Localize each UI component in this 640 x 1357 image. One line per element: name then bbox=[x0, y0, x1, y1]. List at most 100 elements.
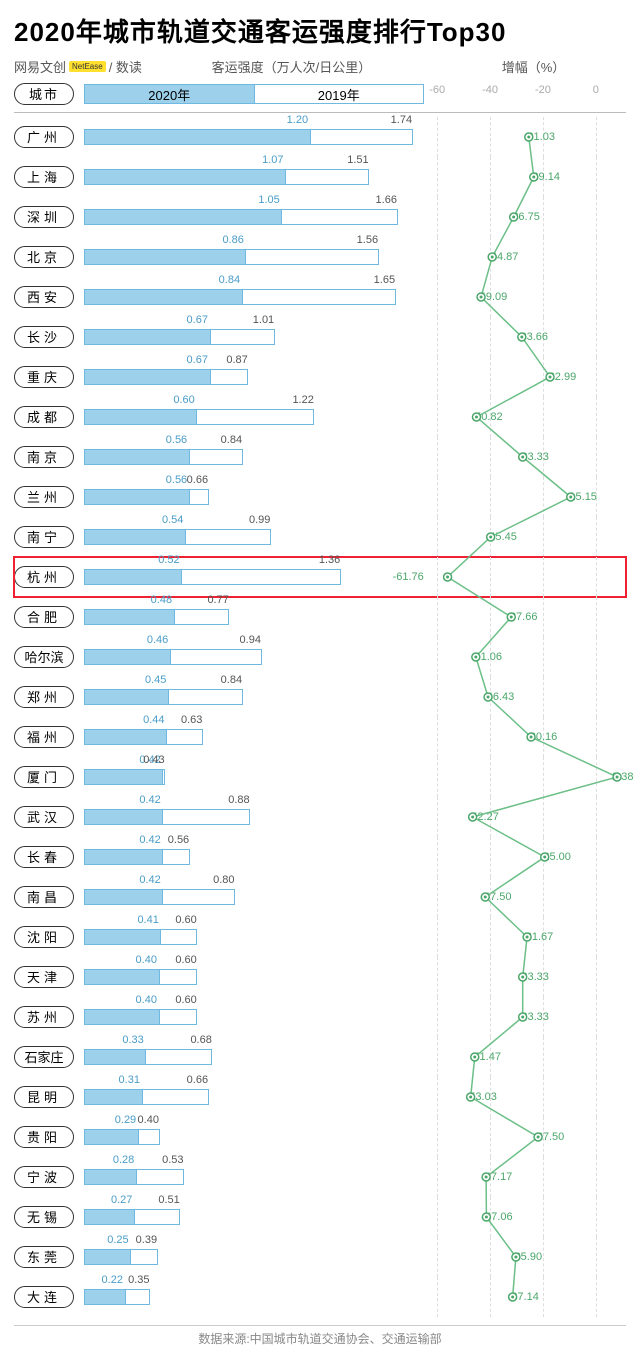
value-2020: 0.42 bbox=[139, 834, 160, 846]
value-2020: 0.54 bbox=[162, 514, 183, 526]
table-row: 东莞0.250.39-35.90 bbox=[14, 1237, 626, 1277]
city-name: 郑州 bbox=[14, 686, 74, 708]
city-name: 沈阳 bbox=[14, 926, 74, 948]
city-name: 大连 bbox=[14, 1286, 74, 1308]
value-2020: 1.05 bbox=[258, 194, 279, 206]
brand-post: / 数读 bbox=[109, 57, 142, 76]
growth-value: -27.50 bbox=[533, 1131, 564, 1143]
value-2020: 0.42 bbox=[139, 874, 160, 886]
growth-value: -61.76 bbox=[393, 571, 424, 583]
city-name: 合肥 bbox=[14, 606, 74, 628]
table-row: 天津0.400.60-33.33 bbox=[14, 957, 626, 997]
table-row: 郑州0.450.84-46.43 bbox=[14, 677, 626, 717]
bar-2020 bbox=[84, 969, 160, 985]
header-row: 城市 2020年 2019年 -60-40-200 bbox=[14, 82, 626, 106]
table-row: 重庆0.670.87-22.99 bbox=[14, 357, 626, 397]
growth-value: -53.03 bbox=[466, 1091, 497, 1103]
growth-value: -49.09 bbox=[476, 291, 507, 303]
bar-2020 bbox=[84, 1209, 135, 1225]
value-2020: 0.29 bbox=[115, 1114, 136, 1126]
bar-2020 bbox=[84, 1049, 146, 1065]
bar-2020 bbox=[84, 409, 197, 425]
bar-2020 bbox=[84, 209, 282, 225]
bar-2020 bbox=[84, 769, 163, 785]
value-2019: 0.60 bbox=[175, 914, 196, 926]
growth-value: 2.38 bbox=[612, 771, 633, 783]
growth-tick: 0 bbox=[581, 84, 611, 96]
growth-value: -30.16 bbox=[526, 731, 557, 743]
growth-value: -50.82 bbox=[471, 411, 502, 423]
value-2019: 0.51 bbox=[158, 1194, 179, 1206]
value-2019: 0.63 bbox=[181, 714, 202, 726]
value-2019: 1.56 bbox=[357, 234, 378, 246]
city-name: 重庆 bbox=[14, 366, 74, 388]
city-name: 长春 bbox=[14, 846, 74, 868]
growth-tick: -20 bbox=[528, 84, 558, 96]
bar-2020 bbox=[84, 1169, 137, 1185]
growth-value: -33.33 bbox=[518, 1011, 549, 1023]
city-name: 兰州 bbox=[14, 486, 74, 508]
bar-2020 bbox=[84, 1089, 143, 1105]
legend-2019: 2019年 bbox=[255, 85, 424, 103]
bar-2020 bbox=[84, 569, 182, 585]
value-2020: 0.67 bbox=[187, 314, 208, 326]
table-row: 南昌0.420.80-47.50 bbox=[14, 877, 626, 917]
value-2020: 0.42 bbox=[139, 794, 160, 806]
value-2019: 0.84 bbox=[221, 434, 242, 446]
table-row: 上海1.071.51-29.14 bbox=[14, 157, 626, 197]
bar-2020 bbox=[84, 529, 186, 545]
city-name: 成都 bbox=[14, 406, 74, 428]
table-row: 西安0.841.65-49.09 bbox=[14, 277, 626, 317]
city-name: 广州 bbox=[14, 126, 74, 148]
bar-2020 bbox=[84, 689, 169, 705]
value-2019: 0.84 bbox=[221, 674, 242, 686]
table-row: 石家庄0.330.68-51.47 bbox=[14, 1037, 626, 1077]
value-2019: 0.66 bbox=[187, 1074, 208, 1086]
growth-axis: -60-40-200 bbox=[424, 84, 609, 104]
value-2020: 0.25 bbox=[107, 1234, 128, 1246]
value-2019: 0.80 bbox=[213, 874, 234, 886]
city-name: 哈尔滨 bbox=[14, 646, 74, 668]
city-name: 天津 bbox=[14, 966, 74, 988]
bar-2020 bbox=[84, 1129, 139, 1145]
table-row: 武汉0.420.88-52.27 bbox=[14, 797, 626, 837]
value-2020: 0.46 bbox=[147, 634, 168, 646]
table-row: 成都0.601.22-50.82 bbox=[14, 397, 626, 437]
growth-value: -47.06 bbox=[481, 1211, 512, 1223]
table-row: 苏州0.400.60-33.33 bbox=[14, 997, 626, 1037]
bar-2020 bbox=[84, 449, 190, 465]
city-name: 昆明 bbox=[14, 1086, 74, 1108]
growth-value: -37.14 bbox=[508, 1291, 539, 1303]
value-2020: 1.07 bbox=[262, 154, 283, 166]
table-row: 沈阳0.410.60-31.67 bbox=[14, 917, 626, 957]
value-2019: 1.74 bbox=[391, 114, 412, 126]
value-2019: 0.68 bbox=[190, 1034, 211, 1046]
value-2020: 0.33 bbox=[122, 1034, 143, 1046]
city-name: 宁波 bbox=[14, 1166, 74, 1188]
growth-value: -33.33 bbox=[518, 971, 549, 983]
table-row: 南宁0.540.99-45.45 bbox=[14, 517, 626, 557]
growth-tick: -40 bbox=[475, 84, 505, 96]
brand-logo: NetEase bbox=[69, 61, 106, 72]
value-2020: 0.31 bbox=[119, 1074, 140, 1086]
city-name: 南昌 bbox=[14, 886, 74, 908]
table-row: 长春0.420.56-25.00 bbox=[14, 837, 626, 877]
bar-2020 bbox=[84, 249, 246, 265]
city-name: 上海 bbox=[14, 166, 74, 188]
bar-2020 bbox=[84, 489, 190, 505]
table-row: 哈尔滨0.460.94-51.06 bbox=[14, 637, 626, 677]
city-name: 南京 bbox=[14, 446, 74, 468]
value-2020: 0.67 bbox=[187, 354, 208, 366]
city-name: 贵阳 bbox=[14, 1126, 74, 1148]
chart-title: 2020年城市轨道交通客运强度排行Top30 bbox=[14, 12, 626, 49]
city-name: 厦门 bbox=[14, 766, 74, 788]
growth-value: -47.17 bbox=[481, 1171, 512, 1183]
growth-value: -22.99 bbox=[545, 371, 576, 383]
table-row: 南京0.560.84-33.33 bbox=[14, 437, 626, 477]
table-row: 杭州0.521.36-61.76 bbox=[14, 557, 626, 597]
value-2019: 1.22 bbox=[292, 394, 313, 406]
city-name: 福州 bbox=[14, 726, 74, 748]
table-row: 长沙0.671.01-33.66 bbox=[14, 317, 626, 357]
growth-value: -33.33 bbox=[518, 451, 549, 463]
table-row: 贵阳0.290.40-27.50 bbox=[14, 1117, 626, 1157]
